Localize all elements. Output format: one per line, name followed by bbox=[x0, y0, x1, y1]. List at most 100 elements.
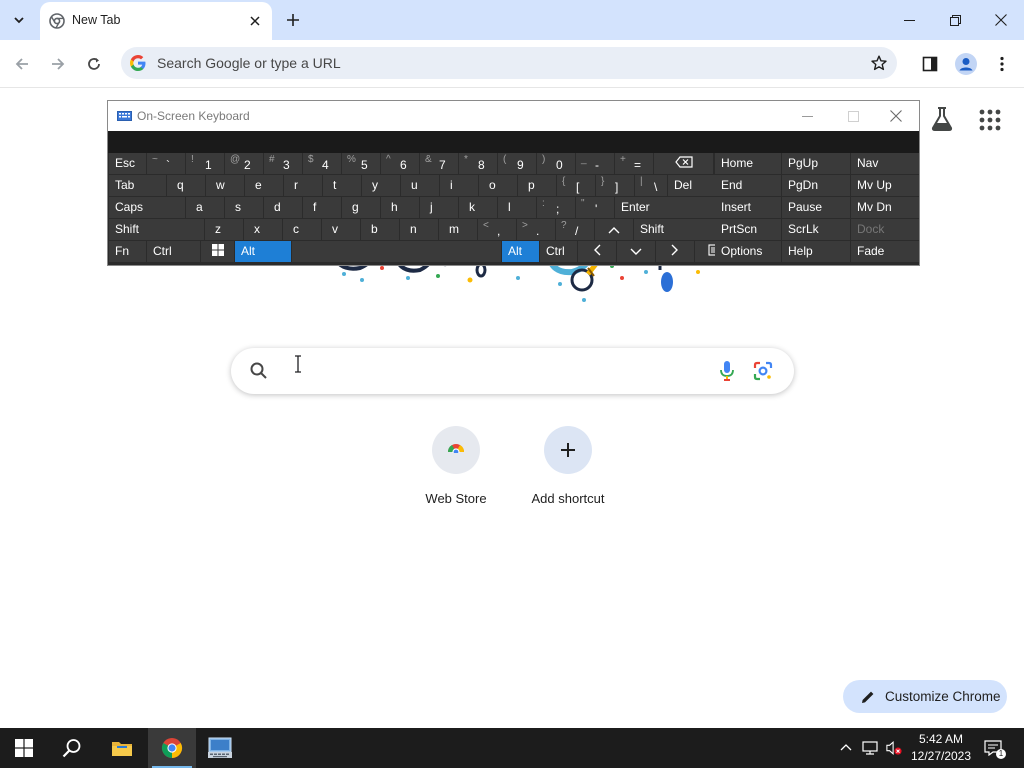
osk-key-z[interactable]: z bbox=[205, 219, 243, 240]
customize-chrome-button[interactable]: Customize Chrome bbox=[843, 680, 1007, 713]
close-window-button[interactable] bbox=[978, 0, 1024, 40]
tray-overflow-button[interactable] bbox=[838, 740, 854, 756]
osk-title-bar[interactable]: On-Screen Keyboard bbox=[108, 101, 919, 131]
minimize-button[interactable] bbox=[886, 0, 932, 40]
osk-key-help[interactable]: Help bbox=[782, 241, 850, 262]
osk-key-1-11[interactable]: {[ bbox=[557, 175, 595, 196]
osk-key-2-11[interactable]: " ' bbox=[576, 197, 614, 218]
osk-key-1-12[interactable]: }] bbox=[596, 175, 634, 196]
osk-key-windows-logo[interactable] bbox=[201, 241, 234, 262]
osk-key-enter[interactable]: Enter bbox=[615, 197, 719, 218]
new-tab-button[interactable] bbox=[281, 8, 305, 32]
osk-key-0-1[interactable]: ~ ` bbox=[147, 153, 185, 174]
side-panel-button[interactable] bbox=[916, 50, 944, 78]
osk-key-options[interactable]: Options bbox=[715, 241, 781, 262]
osk-minimize-button[interactable] bbox=[784, 101, 830, 131]
osk-key-p[interactable]: p bbox=[518, 175, 556, 196]
osk-key-space[interactable] bbox=[292, 241, 501, 262]
start-button[interactable] bbox=[0, 728, 48, 768]
tab-new-tab[interactable]: New Tab bbox=[40, 2, 272, 40]
osk-key-pgdn[interactable]: PgDn bbox=[782, 175, 850, 196]
osk-key-caps[interactable]: Caps bbox=[109, 197, 185, 218]
osk-key-ctrl[interactable]: Ctrl bbox=[147, 241, 200, 262]
osk-key-pause[interactable]: Pause bbox=[782, 197, 850, 218]
osk-key-0-7[interactable]: ^ 6 bbox=[381, 153, 419, 174]
reload-button[interactable] bbox=[80, 50, 108, 78]
osk-key-m[interactable]: m bbox=[439, 219, 477, 240]
osk-key-mv-up[interactable]: Mv Up bbox=[851, 175, 919, 196]
osk-key-shift[interactable]: Shift bbox=[634, 219, 719, 240]
osk-key-k[interactable]: k bbox=[459, 197, 497, 218]
osk-key-nav[interactable]: Nav bbox=[851, 153, 919, 174]
ntp-search-box[interactable] bbox=[231, 348, 794, 394]
forward-button[interactable] bbox=[44, 50, 72, 78]
osk-key-0-10[interactable]: (9 bbox=[498, 153, 536, 174]
tray-network-button[interactable] bbox=[862, 740, 878, 756]
osk-key-3-10[interactable]: ? / bbox=[556, 219, 594, 240]
osk-key-3-9[interactable]: >. bbox=[517, 219, 555, 240]
restore-button[interactable] bbox=[932, 0, 978, 40]
osk-key-e[interactable]: e bbox=[245, 175, 283, 196]
osk-key-pgup[interactable]: PgUp bbox=[782, 153, 850, 174]
osk-key-b[interactable]: b bbox=[361, 219, 399, 240]
osk-key-s[interactable]: s bbox=[225, 197, 263, 218]
address-bar[interactable]: Search Google or type a URL bbox=[121, 47, 897, 79]
osk-key-shift[interactable]: Shift bbox=[109, 219, 204, 240]
osk-key-tab[interactable]: Tab bbox=[109, 175, 166, 196]
osk-key-1-13[interactable]: | \ bbox=[635, 175, 667, 196]
osk-key-0-8[interactable]: & 7 bbox=[420, 153, 458, 174]
osk-key-fn[interactable]: Fn bbox=[109, 241, 146, 262]
osk-maximize-button[interactable] bbox=[830, 101, 876, 131]
osk-key-del[interactable]: Del bbox=[668, 175, 721, 196]
osk-key-0-9[interactable]: * 8 bbox=[459, 153, 497, 174]
back-button[interactable] bbox=[8, 50, 36, 78]
shortcut-web-store[interactable]: Web Store bbox=[400, 426, 512, 516]
google-lens-icon[interactable] bbox=[752, 360, 774, 382]
osk-key-mv-dn[interactable]: Mv Dn bbox=[851, 197, 919, 218]
osk-key-3-8[interactable]: <, bbox=[478, 219, 516, 240]
osk-key-g[interactable]: g bbox=[342, 197, 380, 218]
taskbar-search-button[interactable] bbox=[48, 728, 96, 768]
osk-key-alt[interactable]: Alt bbox=[235, 241, 291, 262]
osk-key-2-10[interactable]: :; bbox=[537, 197, 575, 218]
osk-key-a[interactable]: a bbox=[186, 197, 224, 218]
bookmark-star-button[interactable] bbox=[869, 53, 889, 73]
osk-key-down-arrow[interactable] bbox=[617, 241, 655, 262]
osk-key-h[interactable]: h bbox=[381, 197, 419, 218]
osk-key-q[interactable]: q bbox=[167, 175, 205, 196]
osk-key-c[interactable]: c bbox=[283, 219, 321, 240]
osk-key-o[interactable]: o bbox=[479, 175, 517, 196]
osk-key-insert[interactable]: Insert bbox=[715, 197, 781, 218]
osk-key-0-11[interactable]: ) 0 bbox=[537, 153, 575, 174]
osk-key-fade[interactable]: Fade bbox=[851, 241, 919, 262]
taskbar-clock[interactable]: 5:42 AM 12/27/2023 bbox=[906, 731, 976, 765]
osk-key-0-5[interactable]: $4 bbox=[303, 153, 341, 174]
osk-key-left-arrow[interactable] bbox=[578, 241, 616, 262]
taskbar-chrome[interactable] bbox=[148, 728, 196, 768]
osk-key-scrlk[interactable]: ScrLk bbox=[782, 219, 850, 240]
osk-key-0-2[interactable]: ! 1 bbox=[186, 153, 224, 174]
tab-search-button[interactable] bbox=[6, 7, 32, 33]
taskbar-on-screen-keyboard[interactable] bbox=[196, 728, 244, 768]
osk-key-w[interactable]: w bbox=[206, 175, 244, 196]
osk-key-alt[interactable]: Alt bbox=[502, 241, 539, 262]
osk-key-esc[interactable]: Esc bbox=[109, 153, 146, 174]
shortcut-add[interactable]: Add shortcut bbox=[512, 426, 624, 516]
tab-close-button[interactable] bbox=[246, 12, 264, 30]
labs-flask-icon[interactable] bbox=[930, 106, 954, 132]
osk-close-button[interactable] bbox=[873, 101, 919, 131]
osk-key-v[interactable]: v bbox=[322, 219, 360, 240]
osk-key-n[interactable]: n bbox=[400, 219, 438, 240]
ntp-search-input[interactable] bbox=[287, 356, 707, 386]
osk-key-0-12[interactable]: _ - bbox=[576, 153, 614, 174]
osk-key-r[interactable]: r bbox=[284, 175, 322, 196]
osk-key-end[interactable]: End bbox=[715, 175, 781, 196]
osk-key-d[interactable]: d bbox=[264, 197, 302, 218]
osk-key-ctrl[interactable]: Ctrl bbox=[540, 241, 577, 262]
chrome-menu-button[interactable] bbox=[988, 50, 1016, 78]
osk-key-j[interactable]: j bbox=[420, 197, 458, 218]
osk-key-prtscn[interactable]: PrtScn bbox=[715, 219, 781, 240]
osk-key-t[interactable]: t bbox=[323, 175, 361, 196]
tray-volume-button[interactable] bbox=[886, 740, 902, 756]
osk-key-right-arrow[interactable] bbox=[656, 241, 694, 262]
